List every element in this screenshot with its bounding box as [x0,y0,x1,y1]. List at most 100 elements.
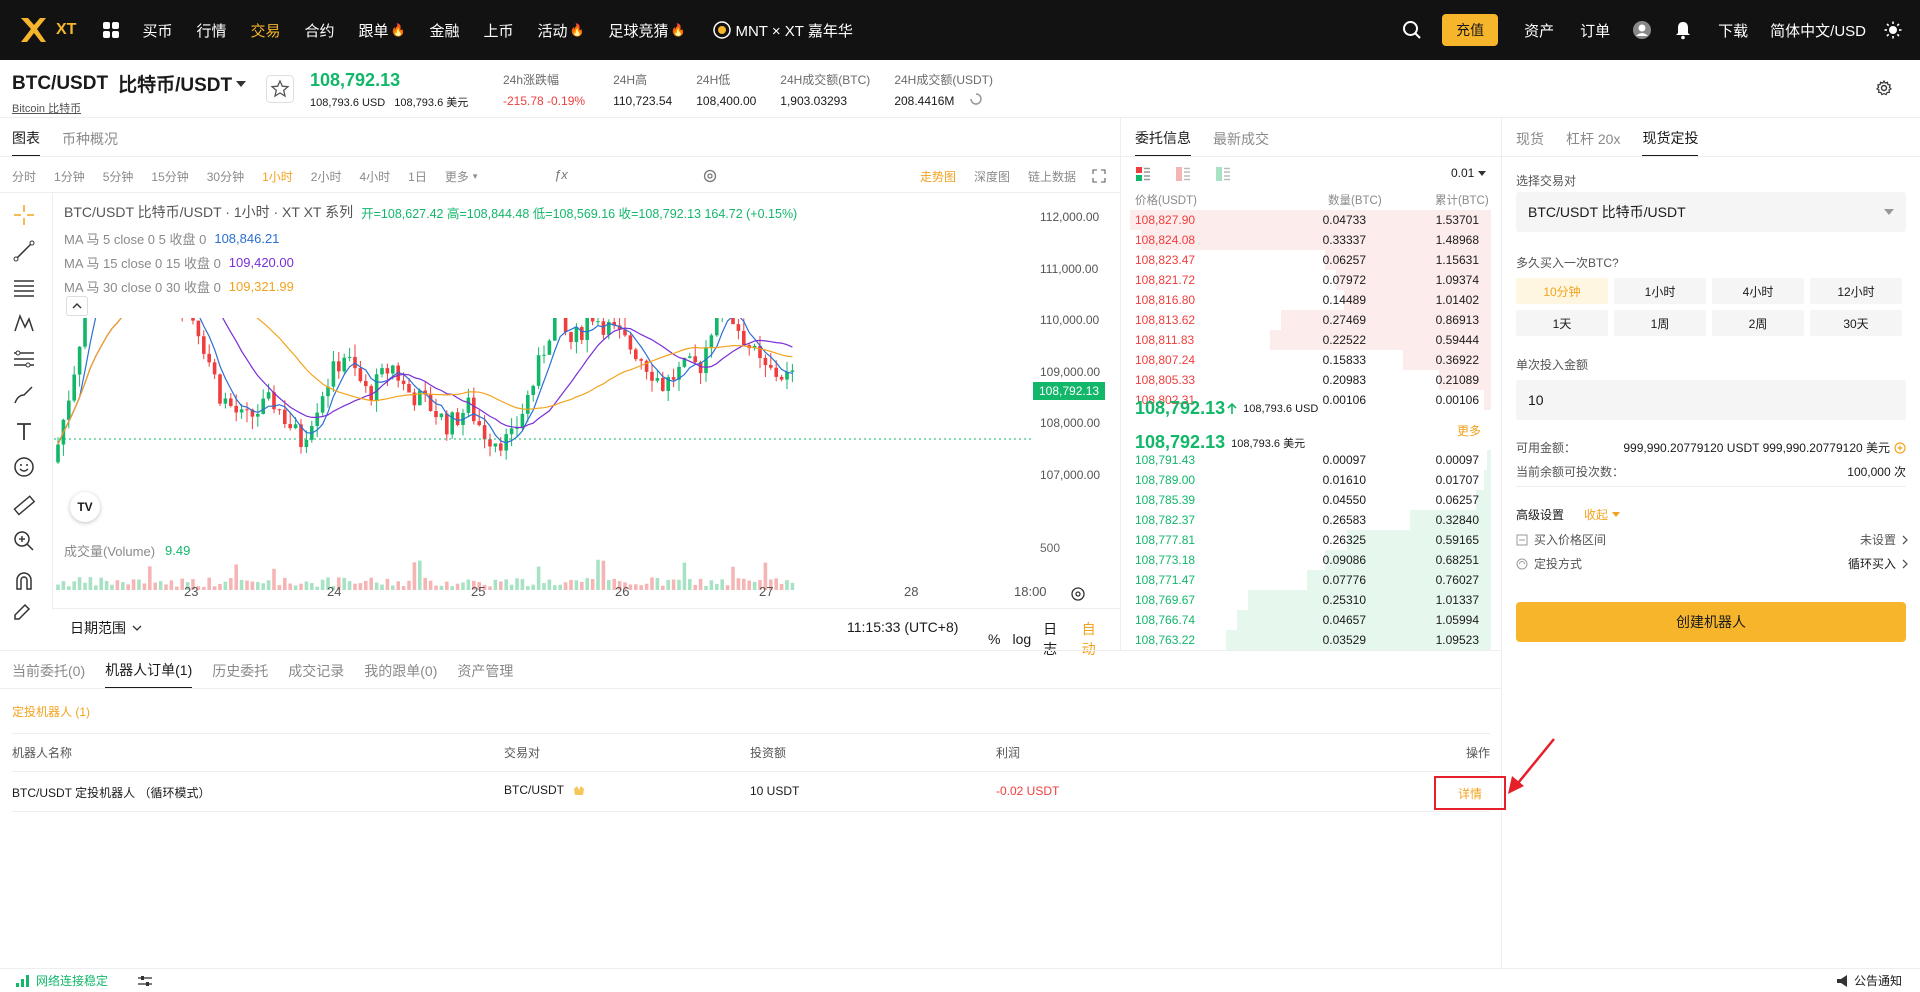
bid-row[interactable]: 108,766.74 0.04657 1.05994 [1123,610,1491,630]
fullscreen-icon[interactable] [1092,169,1106,183]
pair-dropdown[interactable]: BTC/USDT 比特币/USDT [1516,192,1906,232]
announcement-link[interactable]: 公告通知 [1836,972,1902,989]
orders-tab[interactable]: 我的跟单(0) [364,661,437,688]
frequency-option[interactable]: 2周 [1712,310,1804,336]
candlestick-chart[interactable] [54,318,1054,610]
fib-tool-icon[interactable] [12,347,36,371]
axis-settings-icon[interactable] [1070,586,1086,602]
collapse-toggle[interactable]: 收起 [1584,506,1608,523]
more-link[interactable]: 更多 [1457,422,1481,439]
assets-link[interactable]: 资产 [1524,20,1554,41]
orderbook-tab[interactable]: 最新成交 [1213,129,1269,156]
bid-row[interactable]: 108,773.18 0.09086 0.68251 [1123,550,1491,570]
logo[interactable]: XT [18,15,76,45]
interval-option[interactable]: 5分钟 [103,168,134,185]
interval-option[interactable]: 4小时 [359,168,390,185]
nav-item[interactable]: 行情 [196,20,226,41]
precision-selector[interactable]: 0.01 [1451,166,1487,180]
bid-row[interactable]: 108,785.39 0.04550 0.06257 [1123,490,1491,510]
nav-item[interactable]: 买币 [142,20,172,41]
nav-item[interactable]: 跟单 🔥 [359,20,406,41]
emoji-icon[interactable] [12,455,36,479]
interval-option[interactable]: 1分钟 [54,168,85,185]
book-bids-icon[interactable] [1215,166,1231,182]
deposit-button[interactable]: 充值 [1442,14,1499,46]
chart-tab[interactable]: 图表 [12,128,40,157]
bid-row[interactable]: 108,763.22 0.03529 1.09523 [1123,630,1491,650]
trade-mode-tab[interactable]: 杠杆 20x [1566,129,1620,156]
bid-row[interactable]: 108,777.81 0.26325 0.59165 [1123,530,1491,550]
bid-row[interactable]: 108,771.47 0.07776 0.76027 [1123,570,1491,590]
nav-item[interactable]: 上币 [484,20,514,41]
scale-toggle[interactable]: % [988,631,1000,647]
book-asks-icon[interactable] [1175,166,1191,182]
orders-tab[interactable]: 资产管理 [457,661,513,688]
download-link[interactable]: 下载 [1718,20,1748,41]
crosshair-icon[interactable] [12,203,36,227]
frequency-option[interactable]: 1天 [1516,310,1608,336]
language-selector[interactable]: 简体中文/USD [1770,20,1866,41]
sliders-icon[interactable] [138,975,153,987]
trade-mode-tab[interactable]: 现货 [1516,129,1544,156]
indicator-fx-label[interactable]: ƒx [554,167,568,182]
ask-row[interactable]: 108,811.83 0.22522 0.59444 [1123,330,1491,350]
chart-view-link[interactable]: 走势图 [920,168,956,185]
bell-icon[interactable] [1674,20,1692,40]
apps-grid-icon[interactable] [102,21,120,39]
nav-item[interactable]: 交易 [250,20,280,41]
date-range-selector[interactable]: 日期范围 [70,618,142,638]
search-icon[interactable] [1402,20,1422,40]
book-both-icon[interactable] [1135,166,1151,182]
pencil-lock-icon[interactable] [12,603,36,621]
frequency-option[interactable]: 4小时 [1712,278,1804,304]
amount-input[interactable]: 10 [1516,380,1906,420]
frequency-option[interactable]: 30天 [1810,310,1902,336]
theme-sun-icon[interactable] [1884,21,1902,39]
favorite-button[interactable] [266,75,294,106]
dca-bot-filter[interactable]: 定投机器人 (1) [12,703,90,720]
ask-row[interactable]: 108,816.80 0.14489 1.01402 [1123,290,1491,310]
chart-view-link[interactable]: 链上数据 [1028,168,1076,185]
nav-item[interactable]: 金融 [429,20,459,41]
interval-option[interactable]: 30分钟 [207,168,244,185]
interval-option[interactable]: 更多 [445,168,469,185]
magnet-icon[interactable] [12,569,36,593]
bid-row[interactable]: 108,791.43 0.00097 0.00097 [1123,450,1491,470]
chart-tab[interactable]: 币种概况 [62,129,118,156]
interval-option[interactable]: 分时 [12,168,36,185]
frequency-option[interactable]: 1周 [1614,310,1706,336]
frequency-option[interactable]: 1小时 [1614,278,1706,304]
pair-selector[interactable]: BTC/USDT 比特币/USDT Bitcoin 比特币 [12,70,247,116]
pattern-tool-icon[interactable] [12,311,36,335]
orders-tab[interactable]: 历史委托 [212,661,268,688]
trade-mode-tab[interactable]: 现货定投 [1642,128,1699,157]
orderbook-tab[interactable]: 委托信息 [1135,128,1191,157]
promo-link[interactable]: MNT × XT 嘉年华 [713,20,853,41]
user-avatar-icon[interactable] [1632,20,1652,40]
add-circle-icon[interactable] [1894,441,1906,454]
interval-option[interactable]: 1小时 [262,168,293,185]
price-range-row[interactable]: 买入价格区间 未设置 [1516,531,1908,548]
chart-settings-icon[interactable] [703,169,717,183]
ask-row[interactable]: 108,824.08 0.33337 1.48968 [1123,230,1491,250]
ask-row[interactable]: 108,821.72 0.07972 1.09374 [1123,270,1491,290]
orders-tab[interactable]: 成交记录 [288,661,344,688]
details-link[interactable]: 详情 [1458,785,1482,802]
bid-row[interactable]: 108,782.37 0.26583 0.32840 [1123,510,1491,530]
chart-view-link[interactable]: 深度图 [974,168,1010,185]
ask-row[interactable]: 108,807.24 0.15833 0.36922 [1123,350,1491,370]
nav-item[interactable]: 活动 🔥 [538,20,585,41]
trend-line-icon[interactable] [12,239,36,263]
coin-info-link[interactable]: Bitcoin 比特币 [12,100,246,116]
settings-gear-icon[interactable] [1876,80,1892,96]
nav-item[interactable]: 合约 [305,20,335,41]
frequency-option[interactable]: 12小时 [1810,278,1902,304]
orders-link[interactable]: 订单 [1580,20,1610,41]
interval-option[interactable]: 15分钟 [151,168,188,185]
interval-option[interactable]: 1日 [408,168,427,185]
ruler-icon[interactable] [12,493,36,517]
collapse-legend-button[interactable] [66,296,88,316]
orders-tab[interactable]: 机器人订单(1) [105,660,193,689]
orders-tab[interactable]: 当前委托(0) [12,661,85,688]
ask-row[interactable]: 108,805.33 0.20983 0.21089 [1123,370,1491,390]
